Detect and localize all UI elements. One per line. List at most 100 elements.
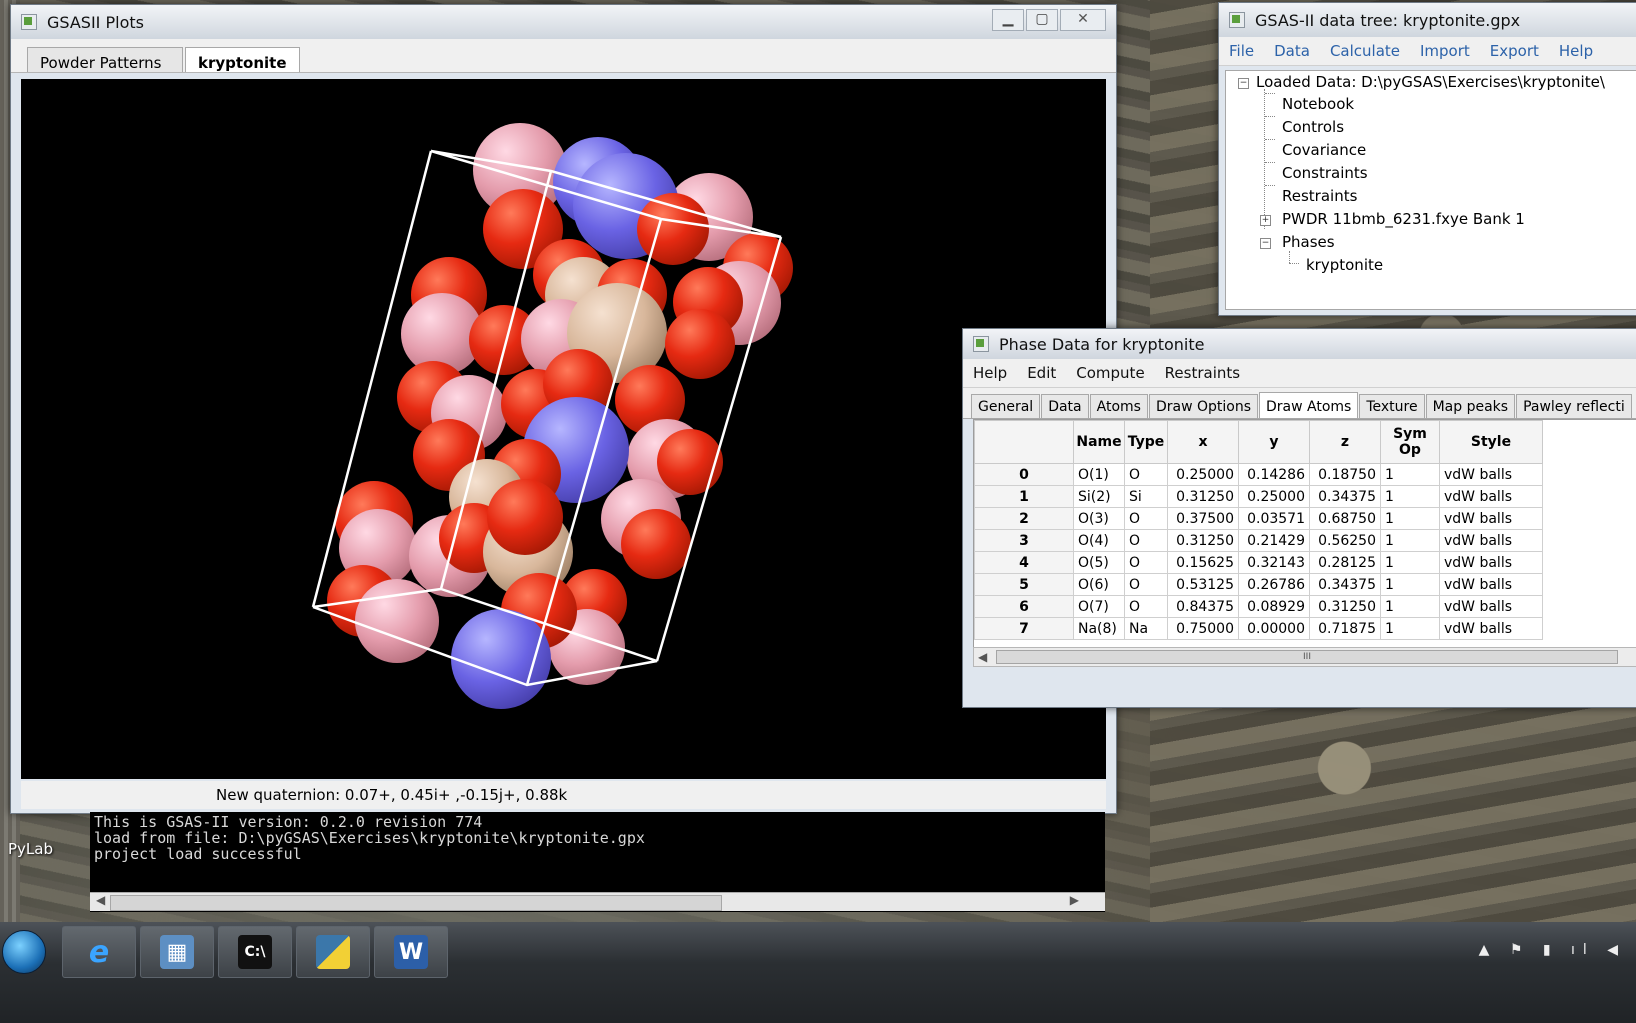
cell-type[interactable]: O — [1124, 507, 1168, 530]
cell-style[interactable]: vdW balls — [1439, 485, 1543, 508]
taskbar-word[interactable]: W — [374, 926, 448, 978]
taskbar-ie[interactable]: e — [62, 926, 136, 978]
tab-general[interactable]: General — [971, 394, 1041, 418]
cell-type[interactable]: O — [1124, 595, 1168, 618]
cell-style[interactable]: vdW balls — [1439, 573, 1543, 596]
cell-y[interactable]: 0.26786 — [1238, 573, 1310, 596]
cell-symop[interactable]: 1 — [1380, 573, 1440, 596]
col-header-type[interactable]: Type — [1124, 420, 1168, 464]
row-index[interactable]: 1 — [974, 485, 1074, 508]
tab-texture[interactable]: Texture — [1359, 394, 1425, 418]
row-index[interactable]: 7 — [974, 617, 1074, 640]
cell-type[interactable]: O — [1124, 463, 1168, 486]
tab-draw-options[interactable]: Draw Options — [1148, 394, 1258, 418]
scroll-thumb[interactable]: III — [996, 650, 1618, 664]
tree-item-constraints[interactable]: Constraints — [1282, 162, 1368, 184]
col-header-y[interactable]: y — [1238, 420, 1310, 464]
system-tray[interactable]: ▲ ⚑ ▮ ıl ◀ — [1479, 942, 1626, 958]
start-button[interactable] — [2, 930, 46, 974]
cell-symop[interactable]: 1 — [1380, 595, 1440, 618]
minimize-icon[interactable]: ▁ — [992, 9, 1024, 31]
cell-z[interactable]: 0.34375 — [1309, 485, 1381, 508]
tree-item-controls[interactable]: Controls — [1282, 116, 1344, 138]
menu-import[interactable]: Import — [1410, 42, 1480, 60]
cell-symop[interactable]: 1 — [1380, 551, 1440, 574]
cell-x[interactable]: 0.31250 — [1167, 529, 1239, 552]
table-row[interactable]: 7 Na(8) Na 0.75000 0.00000 0.71875 1 vdW balls — [974, 617, 1543, 640]
col-header-x[interactable]: x — [1167, 420, 1239, 464]
cell-style[interactable]: vdW balls — [1439, 551, 1543, 574]
tree-item-pwdr[interactable]: PWDR 11bmb_6231.fxye Bank 1 — [1282, 208, 1525, 230]
cell-symop[interactable]: 1 — [1380, 507, 1440, 530]
row-index[interactable]: 0 — [974, 463, 1074, 486]
menu-file[interactable]: File — [1219, 42, 1264, 60]
tab-draw-atoms[interactable]: Draw Atoms — [1259, 392, 1359, 418]
collapse-icon[interactable]: − — [1238, 78, 1249, 89]
menu-help[interactable]: Help — [1549, 42, 1603, 60]
cell-z[interactable]: 0.31250 — [1309, 595, 1381, 618]
tree-item-phases[interactable]: Phases — [1282, 231, 1335, 253]
tab-pawley-reflections[interactable]: Pawley reflecti — [1516, 394, 1632, 418]
scroll-left-icon[interactable]: ◀ — [978, 650, 987, 664]
cell-name[interactable]: O(7) — [1073, 595, 1125, 618]
cell-symop[interactable]: 1 — [1380, 617, 1440, 640]
tree-item-restraints[interactable]: Restraints — [1282, 185, 1357, 207]
close-icon[interactable]: ✕ — [1060, 9, 1106, 31]
menu-compute[interactable]: Compute — [1066, 364, 1154, 382]
cell-y[interactable]: 0.03571 — [1238, 507, 1310, 530]
cell-z[interactable]: 0.34375 — [1309, 573, 1381, 596]
structure-3d-canvas[interactable] — [21, 79, 1106, 779]
desktop-icon-pylab[interactable]: PyLab — [8, 840, 53, 858]
col-header-style[interactable]: Style — [1439, 420, 1543, 464]
table-row[interactable]: 5 O(6) O 0.53125 0.26786 0.34375 1 vdW balls — [974, 573, 1543, 596]
expand-icon[interactable]: + — [1260, 215, 1271, 226]
cell-type[interactable]: O — [1124, 573, 1168, 596]
table-row[interactable]: 3 O(4) O 0.31250 0.21429 0.56250 1 vdW balls — [974, 529, 1543, 552]
cell-type[interactable]: O — [1124, 529, 1168, 552]
cell-z[interactable]: 0.56250 — [1309, 529, 1381, 552]
cell-style[interactable]: vdW balls — [1439, 617, 1543, 640]
col-header-name[interactable]: Name — [1073, 420, 1125, 464]
table-row[interactable]: 0 O(1) O 0.25000 0.14286 0.18750 1 vdW balls — [974, 463, 1543, 486]
taskbar-console[interactable]: C:\ — [218, 926, 292, 978]
tab-atoms[interactable]: Atoms — [1089, 394, 1148, 418]
table-row[interactable]: 4 O(5) O 0.15625 0.32143 0.28125 1 vdW balls — [974, 551, 1543, 574]
row-index[interactable]: 4 — [974, 551, 1074, 574]
table-row[interactable]: 6 O(7) O 0.84375 0.08929 0.31250 1 vdW balls — [974, 595, 1543, 618]
cell-z[interactable]: 0.71875 — [1309, 617, 1381, 640]
cell-y[interactable]: 0.00000 — [1238, 617, 1310, 640]
phase-titlebar[interactable]: Phase Data for kryptonite — [963, 329, 1636, 359]
menu-export[interactable]: Export — [1480, 42, 1549, 60]
row-index[interactable]: 3 — [974, 529, 1074, 552]
tree-item-covariance[interactable]: Covariance — [1282, 139, 1366, 161]
cell-type[interactable]: Na — [1124, 617, 1168, 640]
scroll-left-icon[interactable]: ◀ — [96, 893, 105, 907]
cell-y[interactable]: 0.25000 — [1238, 485, 1310, 508]
tab-kryptonite[interactable]: kryptonite — [185, 47, 300, 72]
scroll-right-icon[interactable]: ▶ — [1070, 893, 1079, 907]
collapse-icon[interactable]: − — [1260, 238, 1271, 249]
tree-titlebar[interactable]: GSAS-II data tree: kryptonite.gpx — [1219, 3, 1636, 37]
draw-atoms-grid[interactable]: Name Type x y z Sym Op Style 0 O(1) O 0.250… — [973, 419, 1636, 651]
col-header-symop[interactable]: Sym Op — [1380, 420, 1440, 464]
tab-powder-patterns[interactable]: Powder Patterns — [27, 47, 183, 72]
cell-x[interactable]: 0.53125 — [1167, 573, 1239, 596]
cell-name[interactable]: O(6) — [1073, 573, 1125, 596]
cell-style[interactable]: vdW balls — [1439, 463, 1543, 486]
tab-map-peaks[interactable]: Map peaks — [1425, 394, 1516, 418]
cell-x[interactable]: 0.31250 — [1167, 485, 1239, 508]
cell-type[interactable]: O — [1124, 551, 1168, 574]
cell-name[interactable]: Si(2) — [1073, 485, 1125, 508]
col-header-z[interactable]: z — [1309, 420, 1381, 464]
scroll-thumb[interactable] — [110, 895, 722, 911]
tab-data[interactable]: Data — [1041, 394, 1089, 418]
console-hscrollbar[interactable]: ◀ ▶ — [90, 892, 1105, 911]
cell-x[interactable]: 0.75000 — [1167, 617, 1239, 640]
cell-style[interactable]: vdW balls — [1439, 595, 1543, 618]
cell-name[interactable]: Na(8) — [1073, 617, 1125, 640]
cell-x[interactable]: 0.37500 — [1167, 507, 1239, 530]
plots-titlebar[interactable]: GSASII Plots ▁ ▢ ✕ — [11, 5, 1116, 39]
cell-symop[interactable]: 1 — [1380, 463, 1440, 486]
cell-name[interactable]: O(1) — [1073, 463, 1125, 486]
table-row[interactable]: 1 Si(2) Si 0.31250 0.25000 0.34375 1 vdW balls — [974, 485, 1543, 508]
